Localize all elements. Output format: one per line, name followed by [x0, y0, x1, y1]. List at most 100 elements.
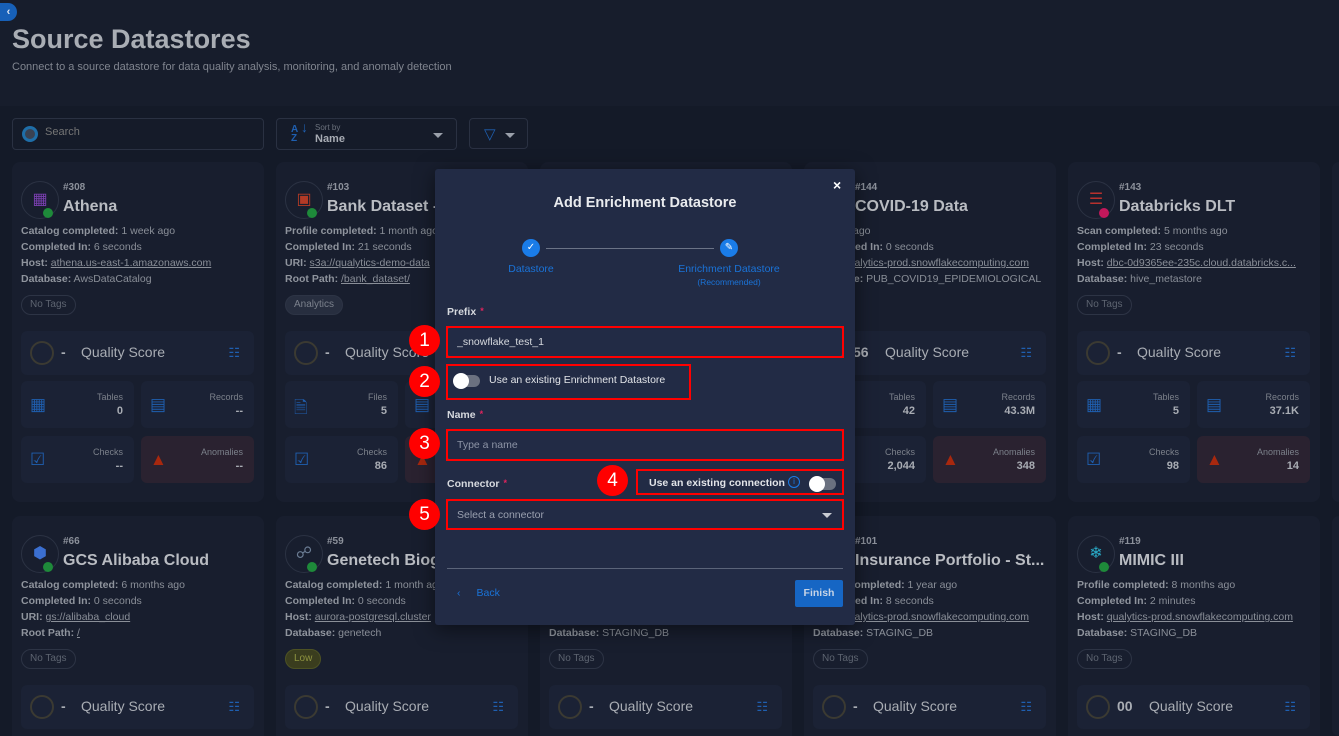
- stat-checks[interactable]: ☑ Checks --: [21, 436, 134, 483]
- connector-label: Connector *: [447, 478, 507, 490]
- datastore-name[interactable]: GCS Alibaba Cloud: [63, 552, 209, 570]
- datastore-name[interactable]: Genetech Biog: [327, 552, 440, 570]
- athena-logo-icon: ▦: [32, 191, 48, 208]
- status-dot: [43, 562, 53, 572]
- search-input[interactable]: [45, 126, 245, 138]
- tag-chip[interactable]: No Tags: [1077, 295, 1132, 315]
- search-box[interactable]: [12, 118, 264, 150]
- stat-anomalies[interactable]: ▲ Anomalies --: [141, 436, 254, 483]
- stat-checks[interactable]: ☑ Checks 86: [285, 436, 398, 483]
- hierarchy-icon[interactable]: ☷: [1020, 699, 1032, 715]
- detail-value: 1 week ago: [121, 225, 176, 237]
- stat-label: Records: [1001, 392, 1035, 402]
- quality-score-label: Quality Score: [1137, 344, 1222, 360]
- detail-value[interactable]: athena.us-east-1.amazonaws.com: [51, 257, 212, 269]
- stepper-connector: [546, 248, 714, 249]
- back-button[interactable]: ‹ Back: [457, 587, 500, 599]
- detail-value[interactable]: qualytics-prod.snowflakecomputing.com: [843, 257, 1029, 269]
- filter-button[interactable]: ▽: [469, 118, 528, 149]
- detail-value[interactable]: dbc-0d9365ee-235c.cloud.databricks.c...: [1107, 257, 1296, 269]
- quality-score-value: -: [589, 698, 594, 714]
- stat-anomalies[interactable]: ▲ Anomalies 14: [1197, 436, 1310, 483]
- hierarchy-icon[interactable]: ☷: [228, 345, 240, 361]
- detail-line: Host: qualytics-prod.snowflakecomputing.…: [1077, 611, 1317, 627]
- step-datastore-label[interactable]: Datastore: [481, 263, 581, 275]
- detail-value[interactable]: /: [77, 627, 80, 639]
- table-icon: ▦: [30, 395, 47, 414]
- stat-value: 14: [1286, 460, 1299, 472]
- stat-records[interactable]: ▤ Records 43.3M: [933, 381, 1046, 428]
- stat-records[interactable]: ▤ Records 37.1K: [1197, 381, 1310, 428]
- tag-chip[interactable]: Analytics: [285, 295, 344, 315]
- dialog-title: Add Enrichment Datastore: [553, 195, 737, 211]
- hierarchy-icon[interactable]: ☷: [1020, 345, 1032, 361]
- datastore-id: #144: [855, 182, 878, 193]
- detail-line: Database: genetech: [285, 627, 525, 643]
- datastore-card[interactable]: ❄ #119 MIMIC III Profile completed: 8 month…: [1068, 516, 1320, 736]
- tag-chip[interactable]: Low: [285, 649, 322, 669]
- detail-value[interactable]: s3a://qualytics-demo-data: [310, 257, 430, 269]
- detail-label: Database:: [21, 273, 72, 285]
- quality-score-label: Quality Score: [345, 698, 430, 714]
- hierarchy-icon[interactable]: ☷: [1284, 699, 1296, 715]
- detail-value[interactable]: qualytics-prod.snowflakecomputing.com: [843, 611, 1029, 623]
- detail-label: Completed In:: [285, 595, 355, 607]
- quality-score-box: -Quality Score ☷: [21, 331, 254, 375]
- datastore-name[interactable]: MIMIC III: [1119, 552, 1184, 570]
- connector-label-text: Connector: [447, 478, 500, 490]
- close-icon[interactable]: ×: [833, 177, 841, 193]
- datastore-id: #101: [855, 536, 878, 547]
- annotation-box-1: [446, 326, 844, 358]
- datastore-card[interactable]: ☰ #143 Databricks DLT Scan completed: 5 mon…: [1068, 162, 1320, 502]
- quality-score-label: Quality Score: [885, 344, 970, 360]
- detail-value: 23 seconds: [1149, 241, 1204, 253]
- databricks-logo-icon: ☰: [1088, 191, 1104, 208]
- tag-chip[interactable]: No Tags: [1077, 649, 1132, 669]
- arrow-down-icon: ↓: [301, 119, 308, 135]
- hierarchy-icon[interactable]: ☷: [1284, 345, 1296, 361]
- status-dot: [307, 562, 317, 572]
- stat-anomalies[interactable]: ▲ Anomalies 348: [933, 436, 1046, 483]
- tag-chip[interactable]: No Tags: [21, 649, 76, 669]
- stat-records[interactable]: ▤ Records --: [141, 381, 254, 428]
- gcs-logo-icon: ⬢: [33, 545, 47, 562]
- finish-button[interactable]: Finish: [795, 580, 843, 607]
- hierarchy-icon[interactable]: ☷: [228, 699, 240, 715]
- detail-label: Profile completed:: [285, 225, 377, 237]
- detail-value: 1 month ago: [379, 225, 438, 237]
- datastore-card[interactable]: ▦ #308 Athena Catalog completed: 1 week ago…: [12, 162, 264, 502]
- step-enrichment-label[interactable]: Enrichment Datastore: [669, 263, 789, 275]
- datastore-card[interactable]: ⬢ #66 GCS Alibaba Cloud Catalog completed: …: [12, 516, 264, 736]
- annotation-box-4: [636, 469, 844, 495]
- detail-value[interactable]: gs://alibaba_cloud: [46, 611, 131, 623]
- datastore-name[interactable]: Insurance Portfolio - St...: [855, 552, 1044, 570]
- datastore-card-partial[interactable]: [1332, 516, 1339, 736]
- hierarchy-icon[interactable]: ☷: [756, 699, 768, 715]
- stat-tables[interactable]: ▦ Tables 0: [21, 381, 134, 428]
- stat-label: Anomalies: [1256, 447, 1299, 457]
- tag-chip[interactable]: No Tags: [549, 649, 604, 669]
- hierarchy-icon[interactable]: ☷: [492, 699, 504, 715]
- sort-dropdown[interactable]: AZ ↓ Sort by Name: [276, 118, 457, 150]
- detail-value[interactable]: qualytics-prod.snowflakecomputing.com: [1107, 611, 1293, 623]
- stat-files[interactable]: 🗎 Files 5: [285, 381, 398, 428]
- datastore-name[interactable]: COVID-19 Data: [855, 198, 968, 216]
- detail-value[interactable]: aurora-postgresql.cluster: [315, 611, 431, 623]
- detail-value[interactable]: /bank_dataset/: [341, 273, 410, 285]
- datastore-card-partial[interactable]: [1332, 162, 1339, 502]
- tag-chip[interactable]: No Tags: [21, 295, 76, 315]
- quality-score-value: 56: [853, 344, 869, 360]
- datastore-name[interactable]: Databricks DLT: [1119, 198, 1235, 216]
- quality-score-box: -Quality Score ☷: [813, 685, 1046, 729]
- detail-label: Database:: [549, 627, 600, 639]
- datastore-name[interactable]: Bank Dataset -: [327, 198, 438, 216]
- detail-value: AwsDataCatalog: [73, 273, 152, 285]
- stat-tables[interactable]: ▦ Tables 5: [1077, 381, 1190, 428]
- detail-label: Host:: [1077, 257, 1104, 269]
- quality-score-box: -Quality Score ☷: [1077, 331, 1310, 375]
- warning-icon: ▲: [150, 450, 167, 469]
- stat-checks[interactable]: ☑ Checks 98: [1077, 436, 1190, 483]
- prefix-label: Prefix *: [447, 306, 484, 318]
- datastore-name[interactable]: Athena: [63, 198, 117, 216]
- tag-chip[interactable]: No Tags: [813, 649, 868, 669]
